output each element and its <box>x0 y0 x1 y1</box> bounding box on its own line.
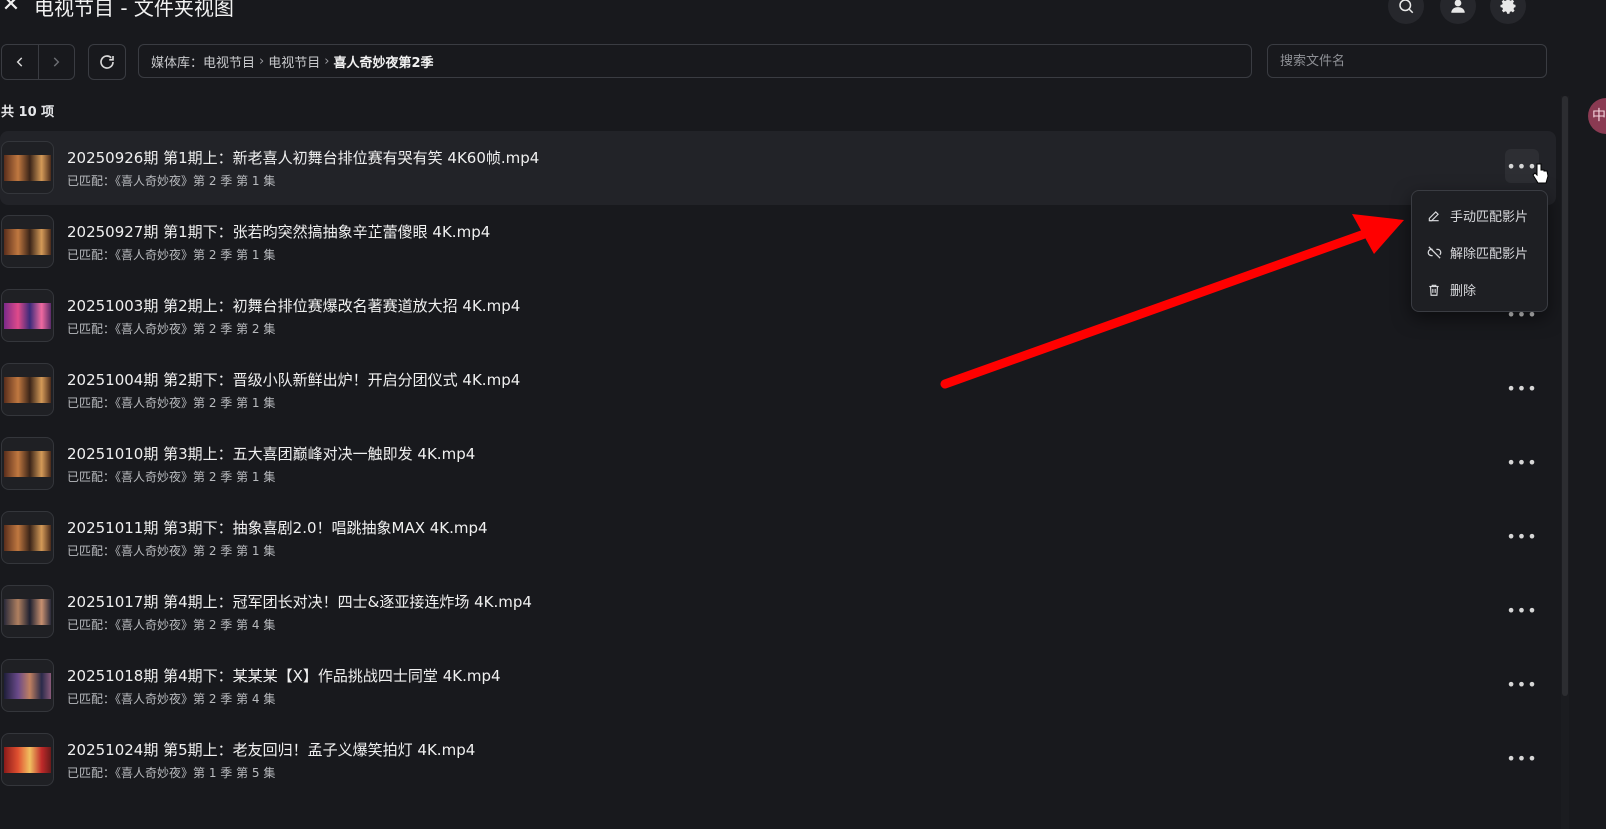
file-name: 20250927期 第1期下：张若昀突然搞抽象辛芷蕾傻眼 4K.mp4 <box>67 223 491 241</box>
list-item[interactable]: 20251003期 第2期上：初舞台排位赛爆改名著赛道放大招 4K.mp4 已匹… <box>0 279 1556 353</box>
context-menu: 手动匹配影片 解除匹配影片 删除 <box>1411 190 1548 312</box>
file-name: 20251018期 第4期下：某某某【X】作品挑战四士同堂 4K.mp4 <box>67 667 501 685</box>
search-icon <box>1399 0 1414 14</box>
match-status: 已匹配：《喜人奇妙夜》第 2 季 第 1 集 <box>67 470 276 484</box>
more-icon: ••• <box>1506 748 1538 768</box>
list-item[interactable]: 20251018期 第4期下：某某某【X】作品挑战四士同堂 4K.mp4 已匹配… <box>0 649 1556 723</box>
breadcrumb-item[interactable]: 电视节目 <box>268 52 320 71</box>
breadcrumb-current: 喜人奇妙夜第2季 <box>333 55 434 71</box>
forward-button[interactable] <box>37 45 75 79</box>
user-button[interactable] <box>1440 0 1476 24</box>
file-name: 20251010期 第3期上：五大喜团巅峰对决一触即发 4K.mp4 <box>67 445 476 463</box>
list-item[interactable]: 20250927期 第1期下：张若昀突然搞抽象辛芷蕾傻眼 4K.mp4 已匹配：… <box>0 205 1556 279</box>
thumbnail <box>1 437 54 490</box>
thumbnail <box>1 215 54 268</box>
trash-icon <box>1426 282 1442 298</box>
more-options-button[interactable]: ••• <box>1505 445 1539 479</box>
thumbnail <box>1 585 54 638</box>
breadcrumb: 媒体库：电视节目 › 电视节目 › 喜人奇妙夜第2季 <box>138 44 1252 78</box>
match-status: 已匹配：《喜人奇妙夜》第 2 季 第 2 集 <box>67 322 276 336</box>
thumbnail <box>1 289 54 342</box>
list-item[interactable]: 20251010期 第3期上：五大喜团巅峰对决一触即发 4K.mp4 已匹配：《… <box>0 427 1556 501</box>
list-item[interactable]: 20251024期 第5期上：老友回归！孟子义爆笑拍灯 4K.mp4 已匹配：《… <box>0 723 1556 797</box>
breadcrumb-item[interactable]: 媒体库：电视节目 <box>151 52 255 71</box>
more-options-button[interactable]: ••• <box>1505 741 1539 775</box>
match-status: 已匹配：《喜人奇妙夜》第 2 季 第 4 集 <box>67 692 276 706</box>
page-title: 电视节目 - 文件夹视图 <box>34 0 234 20</box>
list-item[interactable]: 20251017期 第4期上：冠军团长对决！四士&逐亚接连炸场 4K.mp4 已… <box>0 575 1556 649</box>
thumbnail <box>1 733 54 786</box>
match-status: 已匹配：《喜人奇妙夜》第 2 季 第 1 集 <box>67 544 276 558</box>
thumbnail <box>1 659 54 712</box>
back-button[interactable] <box>2 45 38 79</box>
more-options-button[interactable]: ••• <box>1505 593 1539 627</box>
more-icon: ••• <box>1506 452 1538 472</box>
search-input[interactable] <box>1267 44 1547 78</box>
thumbnail <box>1 363 54 416</box>
close-icon[interactable]: ✕ <box>0 0 22 16</box>
more-icon: ••• <box>1506 378 1538 398</box>
file-name: 20251024期 第5期上：老友回归！孟子义爆笑拍灯 4K.mp4 <box>67 741 476 759</box>
more-icon: ••• <box>1506 674 1538 694</box>
item-count: 共 10 项 <box>1 105 55 120</box>
menu-item-delete[interactable]: 删除 <box>1412 271 1547 308</box>
chevron-left-icon <box>16 57 23 67</box>
top-bar: ✕ 电视节目 - 文件夹视图 <box>0 0 1560 28</box>
refresh-button[interactable] <box>88 44 126 80</box>
user-icon <box>1451 0 1465 13</box>
file-name: 20251003期 第2期上：初舞台排位赛爆改名著赛道放大招 4K.mp4 <box>67 297 521 315</box>
thumbnail <box>1 141 54 194</box>
file-name: 20250926期 第1期上：新老喜人初舞台排位赛有哭有笑 4K60帧.mp4 <box>67 149 540 167</box>
nav-buttons <box>1 44 75 80</box>
more-options-button[interactable]: ••• <box>1505 371 1539 405</box>
match-status: 已匹配：《喜人奇妙夜》第 2 季 第 1 集 <box>67 248 276 262</box>
link-off-icon <box>1426 245 1442 261</box>
chevron-right-icon: › <box>324 53 330 69</box>
search-button[interactable] <box>1388 0 1424 24</box>
list-item[interactable]: 20251004期 第2期下：晋级小队新鲜出炉！开启分团仪式 4K.mp4 已匹… <box>0 353 1556 427</box>
match-status: 已匹配：《喜人奇妙夜》第 2 季 第 1 集 <box>67 396 276 410</box>
match-status: 已匹配：《喜人奇妙夜》第 2 季 第 1 集 <box>67 174 276 188</box>
thumbnail <box>1 511 54 564</box>
list-item[interactable]: 20250926期 第1期上：新老喜人初舞台排位赛有哭有笑 4K60帧.mp4 … <box>0 131 1556 205</box>
menu-item-label: 解除匹配影片 <box>1450 247 1529 262</box>
list-item[interactable]: 20251011期 第3期下：抽象喜剧2.0！唱跳抽象MAX 4K.mp4 已匹… <box>0 501 1556 575</box>
file-list: 20250926期 第1期上：新老喜人初舞台排位赛有哭有笑 4K60帧.mp4 … <box>0 131 1556 797</box>
settings-button[interactable] <box>1490 0 1526 24</box>
more-icon: ••• <box>1506 526 1538 546</box>
toolbar: 媒体库：电视节目 › 电视节目 › 喜人奇妙夜第2季 <box>0 44 1560 80</box>
more-options-button[interactable]: ••• <box>1505 519 1539 553</box>
scrollbar-thumb[interactable] <box>1562 96 1568 696</box>
chevron-right-icon <box>53 57 60 67</box>
menu-item-label: 删除 <box>1450 284 1477 299</box>
more-icon: ••• <box>1506 600 1538 620</box>
more-options-button[interactable]: ••• <box>1505 667 1539 701</box>
menu-item-manual-match[interactable]: 手动匹配影片 <box>1412 197 1547 234</box>
match-status: 已匹配：《喜人奇妙夜》第 2 季 第 4 集 <box>67 618 276 632</box>
menu-item-label: 手动匹配影片 <box>1450 210 1529 225</box>
menu-item-unmatch[interactable]: 解除匹配影片 <box>1412 234 1547 271</box>
file-name: 20251011期 第3期下：抽象喜剧2.0！唱跳抽象MAX 4K.mp4 <box>67 519 488 537</box>
gear-icon <box>1500 0 1516 14</box>
refresh-icon <box>100 55 114 69</box>
pencil-icon <box>1426 208 1442 224</box>
side-avatar[interactable]: 中 <box>1588 98 1606 134</box>
chevron-right-icon: › <box>259 53 265 69</box>
match-status: 已匹配：《喜人奇妙夜》第 1 季 第 5 集 <box>67 766 276 780</box>
file-name: 20251004期 第2期下：晋级小队新鲜出炉！开启分团仪式 4K.mp4 <box>67 371 521 389</box>
pointer-cursor-icon <box>1532 163 1549 184</box>
file-name: 20251017期 第4期上：冠军团长对决！四士&逐亚接连炸场 4K.mp4 <box>67 593 532 611</box>
